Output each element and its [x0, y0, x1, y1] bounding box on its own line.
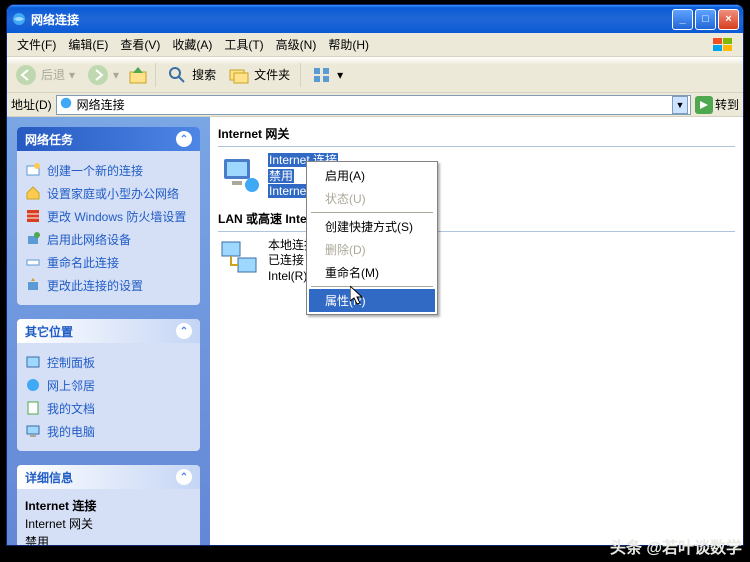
menu-tools[interactable]: 工具(T) — [218, 34, 269, 55]
places-header[interactable]: 其它位置 ⌃ — [17, 319, 200, 343]
caption-buttons: _ □ × — [672, 9, 739, 30]
maximize-button[interactable]: □ — [695, 9, 716, 30]
go-button[interactable]: 转到 — [695, 96, 739, 114]
documents-icon — [25, 400, 41, 416]
task-change-settings[interactable]: 更改此连接的设置 — [25, 274, 192, 297]
window-title: 网络连接 — [31, 11, 672, 28]
ctx-delete: 删除(D) — [309, 238, 435, 261]
details-body: Internet 连接 Internet 网关 禁用 Internet 连接 — [17, 489, 200, 545]
titlebar[interactable]: 网络连接 _ □ × — [7, 5, 743, 33]
lan-icon — [218, 238, 262, 282]
folders-icon — [228, 64, 250, 86]
tasks-body: 创建一个新的连接 设置家庭或小型办公网络 更改 Windows 防火墙设置 启用… — [17, 151, 200, 305]
address-icon — [59, 96, 73, 113]
ctx-status: 状态(U) — [309, 187, 435, 210]
place-my-documents[interactable]: 我的文档 — [25, 397, 192, 420]
forward-button: ▾ — [83, 62, 123, 88]
close-button[interactable]: × — [718, 9, 739, 30]
address-dropdown-icon[interactable]: ▼ — [672, 96, 688, 114]
tasks-panel: 网络任务 ⌃ 创建一个新的连接 设置家庭或小型办公网络 更改 Windows 防… — [17, 127, 200, 305]
task-create-connection[interactable]: 创建一个新的连接 — [25, 159, 192, 182]
menu-advanced[interactable]: 高级(N) — [270, 34, 323, 55]
tasks-header[interactable]: 网络任务 ⌃ — [17, 127, 200, 151]
search-icon — [166, 64, 188, 86]
task-enable-device[interactable]: 启用此网络设备 — [25, 228, 192, 251]
connection-internet[interactable]: Internet 连接 禁用 Internet 连接 — [218, 153, 735, 200]
folders-button[interactable]: 文件夹 — [224, 62, 294, 88]
menu-help[interactable]: 帮助(H) — [322, 34, 375, 55]
control-panel-icon — [25, 354, 41, 370]
detail-name: Internet 连接 — [25, 497, 192, 515]
window-icon — [11, 11, 27, 27]
place-my-computer[interactable]: 我的电脑 — [25, 420, 192, 443]
section-lan: LAN 或高速 Internet — [218, 206, 735, 232]
place-control-panel[interactable]: 控制面板 — [25, 351, 192, 374]
ctx-properties[interactable]: 属性(R) — [309, 289, 435, 312]
menu-file[interactable]: 文件(F) — [11, 34, 62, 55]
task-rename[interactable]: 重命名此连接 — [25, 251, 192, 274]
wizard-icon — [25, 162, 41, 178]
collapse-icon[interactable]: ⌃ — [176, 131, 192, 147]
back-icon — [15, 64, 37, 86]
ctx-separator — [311, 286, 433, 287]
address-value: 网络连接 — [77, 96, 668, 113]
place-network-neighborhood[interactable]: 网上邻居 — [25, 374, 192, 397]
rename-icon — [25, 254, 41, 270]
separator — [155, 63, 156, 87]
collapse-icon[interactable]: ⌃ — [176, 469, 192, 485]
home-network-icon — [25, 185, 41, 201]
views-button[interactable]: ▾ — [307, 62, 347, 88]
forward-icon — [87, 64, 109, 86]
details-header[interactable]: 详细信息 ⌃ — [17, 465, 200, 489]
menubar: 文件(F) 编辑(E) 查看(V) 收藏(A) 工具(T) 高级(N) 帮助(H… — [7, 33, 743, 57]
context-menu: 启用(A) 状态(U) 创建快捷方式(S) 删除(D) 重命名(M) 属性(R) — [306, 161, 438, 315]
separator — [300, 63, 301, 87]
gateway-icon — [218, 153, 262, 197]
network-places-icon — [25, 377, 41, 393]
places-panel: 其它位置 ⌃ 控制面板 网上邻居 我的文档 我的电脑 — [17, 319, 200, 451]
sidebar: 网络任务 ⌃ 创建一个新的连接 设置家庭或小型办公网络 更改 Windows 防… — [7, 117, 210, 545]
menu-edit[interactable]: 编辑(E) — [62, 34, 114, 55]
details-panel: 详细信息 ⌃ Internet 连接 Internet 网关 禁用 Intern… — [17, 465, 200, 545]
detail-status: 禁用 — [25, 533, 192, 545]
connection-status: 已连接 — [268, 253, 304, 267]
task-firewall[interactable]: 更改 Windows 防火墙设置 — [25, 205, 192, 228]
windows-flag-icon — [707, 35, 739, 55]
connection-lan[interactable]: 本地连接 已连接 Intel(R) — [218, 238, 735, 285]
watermark: 头条 @若叶谈数学 — [610, 534, 742, 558]
addressbar: 地址(D) 网络连接 ▼ 转到 — [7, 93, 743, 117]
computer-icon — [25, 423, 41, 439]
settings-icon — [25, 277, 41, 293]
main-pane[interactable]: Internet 网关 Internet 连接 禁用 Internet 连接 L… — [210, 117, 743, 545]
views-icon — [311, 64, 333, 86]
search-button[interactable]: 搜索 — [162, 62, 220, 88]
address-combo[interactable]: 网络连接 ▼ — [56, 95, 691, 115]
ctx-create-shortcut[interactable]: 创建快捷方式(S) — [309, 215, 435, 238]
address-label: 地址(D) — [11, 96, 52, 113]
toolbar: 后退 ▾ ▾ 搜索 文件夹 ▾ — [7, 57, 743, 93]
back-button: 后退 ▾ — [11, 62, 79, 88]
section-gateway: Internet 网关 — [218, 121, 735, 147]
collapse-icon[interactable]: ⌃ — [176, 323, 192, 339]
detail-type: Internet 网关 — [25, 515, 192, 533]
ctx-separator — [311, 212, 433, 213]
up-icon[interactable] — [127, 64, 149, 86]
menu-favorites[interactable]: 收藏(A) — [166, 34, 218, 55]
connection-status: 禁用 — [268, 169, 294, 183]
menu-view[interactable]: 查看(V) — [114, 34, 166, 55]
places-body: 控制面板 网上邻居 我的文档 我的电脑 — [17, 343, 200, 451]
firewall-icon — [25, 208, 41, 224]
ctx-enable[interactable]: 启用(A) — [309, 164, 435, 187]
enable-icon — [25, 231, 41, 247]
task-setup-network[interactable]: 设置家庭或小型办公网络 — [25, 182, 192, 205]
ctx-rename[interactable]: 重命名(M) — [309, 261, 435, 284]
connection-desc: Intel(R) — [268, 269, 307, 283]
cursor-icon — [350, 286, 366, 309]
minimize-button[interactable]: _ — [672, 9, 693, 30]
